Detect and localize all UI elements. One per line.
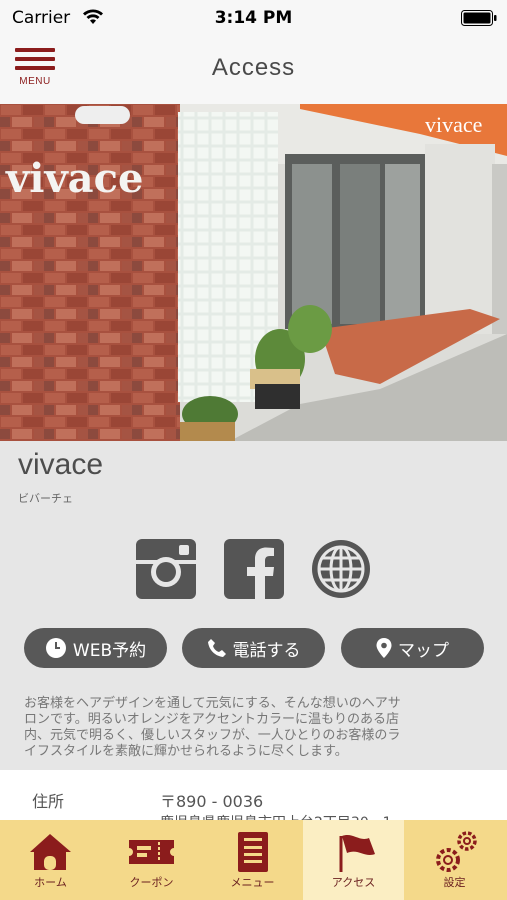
clock-icon: [45, 638, 66, 658]
hamburger-icon: [15, 48, 55, 52]
shop-name-kana: ビバーチェ: [18, 492, 73, 505]
storefront-photo: vivace vivace: [0, 104, 507, 441]
call-label: 電話する: [232, 640, 301, 661]
postal-code: 〒890 - 0036: [160, 792, 264, 811]
website-button[interactable]: [310, 538, 372, 600]
tab-settings[interactable]: 設定: [404, 820, 505, 900]
tab-home-label: ホーム: [34, 876, 67, 889]
awning-sign-text: vivace: [425, 112, 482, 137]
web-reservation-label: WEB予約: [72, 640, 147, 661]
menu-book-icon: [238, 832, 268, 872]
globe-icon: [312, 540, 370, 598]
tab-home[interactable]: ホーム: [0, 820, 101, 900]
page-title: Access: [211, 54, 296, 81]
web-reservation-button[interactable]: WEB予約: [24, 628, 167, 668]
tab-menu-label: メニュー: [230, 876, 275, 889]
facebook-button[interactable]: [223, 538, 285, 600]
description-line: お客様をヘアデザインを通して元気にする、そんな想いのヘアサ: [24, 696, 401, 711]
address-label: 住所: [32, 792, 65, 811]
battery-icon: [461, 10, 497, 26]
tab-settings-label: 設定: [443, 876, 466, 889]
storefront-sign-text: vivace: [5, 155, 143, 202]
call-button[interactable]: 電話する: [182, 628, 325, 668]
storefront-illustration: vivace vivace: [0, 104, 507, 441]
ticket-icon: [129, 840, 174, 864]
instagram-button[interactable]: [135, 538, 197, 600]
tab-coupon-label: クーポン: [129, 876, 174, 889]
tab-access-label: アクセス: [331, 876, 376, 889]
status-bar: Carrier 3:14 PM: [0, 0, 507, 36]
facebook-icon: [224, 539, 284, 600]
navigation-bar: MENU Access: [0, 36, 507, 105]
description-line: イフスタイルを素敵に輝かせられるように尽くします。: [24, 744, 348, 759]
map-button[interactable]: マップ: [341, 628, 484, 668]
description-line: ロンです。明るいオレンジをアクセントカラーに温もりのある店: [24, 712, 400, 727]
flag-icon: [339, 835, 375, 872]
clock-time: 3:14 PM: [214, 8, 293, 28]
tab-access[interactable]: アクセス: [303, 820, 404, 900]
shop-name: vivace: [18, 448, 104, 481]
instagram-icon: [136, 539, 196, 599]
tab-menu[interactable]: メニュー: [202, 820, 303, 900]
shop-description: お客様をヘアデザインを通して元気にする、そんな想いのヘアサ ロンです。明るいオレ…: [24, 696, 488, 760]
description-line: 内、元気で明るく、優しいスタッフが、一人ひとりのお客様のラ: [24, 728, 401, 743]
bottom-tab-bar: ホーム クーポン メニュー アクセス 設定: [0, 820, 507, 900]
gears-icon: [436, 831, 477, 872]
phone-icon: [207, 639, 226, 657]
tab-coupon[interactable]: クーポン: [101, 820, 202, 900]
home-icon: [30, 834, 71, 870]
map-pin-icon: [376, 638, 392, 658]
map-label: マップ: [398, 640, 449, 661]
